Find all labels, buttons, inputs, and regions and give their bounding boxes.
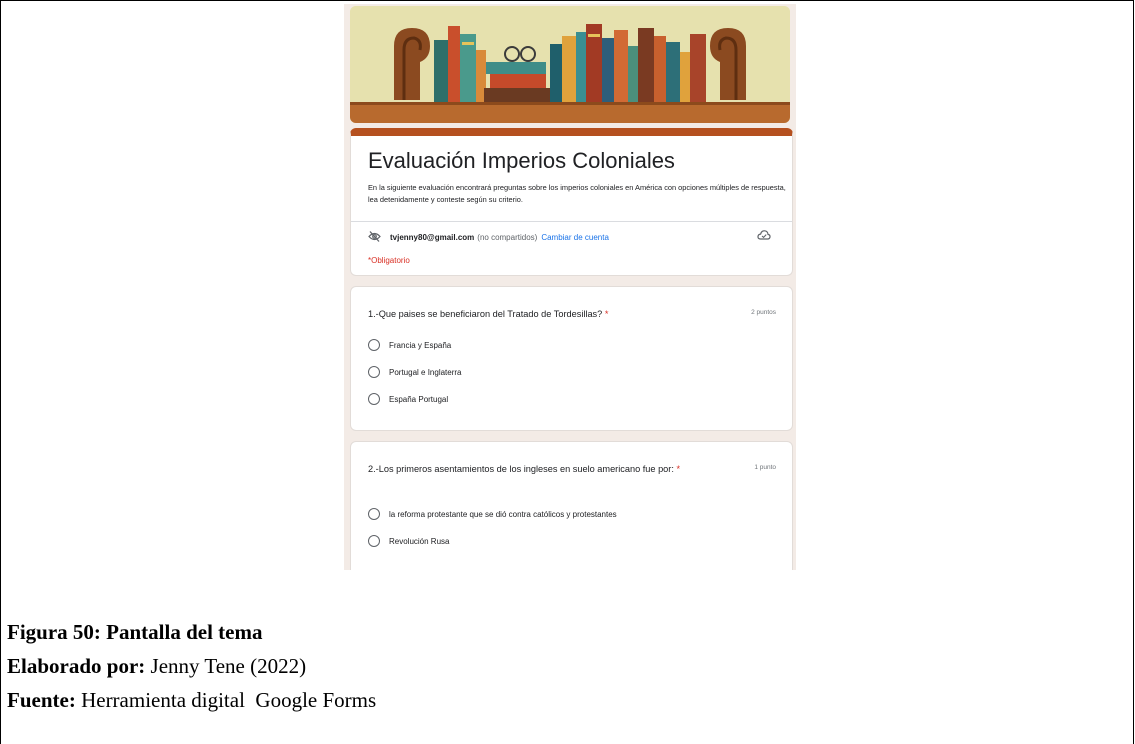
question-card-1: 1.-Que paises se beneficiaron del Tratad… bbox=[350, 286, 793, 431]
required-asterisk: * bbox=[604, 309, 609, 319]
divider bbox=[351, 221, 792, 222]
figure-title: Figura 50: Pantalla del tema bbox=[7, 620, 263, 644]
option-label: Francia y España bbox=[389, 340, 452, 350]
question-points: 2 puntos bbox=[751, 309, 776, 316]
radio-button[interactable] bbox=[368, 366, 380, 378]
google-forms-screenshot: Evaluación Imperios Coloniales En la sig… bbox=[344, 4, 796, 570]
switch-account-link[interactable]: Cambiar de cuenta bbox=[541, 233, 609, 242]
source-label: Fuente: bbox=[7, 688, 76, 712]
radio-button[interactable] bbox=[368, 339, 380, 351]
radio-button[interactable] bbox=[368, 508, 380, 520]
question-points: 1 punto bbox=[754, 464, 776, 471]
radio-button[interactable] bbox=[368, 535, 380, 547]
books-header-image bbox=[350, 6, 790, 123]
radio-option[interactable]: Revolución Rusa bbox=[368, 535, 449, 547]
radio-button[interactable] bbox=[368, 393, 380, 405]
option-label: Portugal e Inglaterra bbox=[389, 367, 462, 377]
source-line: Fuente: Herramienta digital Google Forms bbox=[7, 688, 376, 713]
not-shared-label: (no compartidos) bbox=[477, 233, 538, 242]
radio-option[interactable]: Portugal e Inglaterra bbox=[368, 366, 462, 378]
account-email: tvjenny80@gmail.com bbox=[390, 233, 475, 242]
form-title: Evaluación Imperios Coloniales bbox=[368, 148, 675, 173]
question-label: 2.-Los primeros asentamientos de los ing… bbox=[368, 464, 674, 474]
form-description: En la siguiente evaluación encontrará pr… bbox=[368, 183, 786, 204]
option-label: España Portugal bbox=[389, 394, 449, 404]
form-header-card: Evaluación Imperios Coloniales En la sig… bbox=[350, 128, 793, 276]
eye-off-icon bbox=[368, 231, 381, 244]
radio-option[interactable]: la reforma protestante que se dió contra… bbox=[368, 508, 617, 520]
cloud-save-icon bbox=[757, 228, 771, 246]
required-asterisk: * bbox=[676, 464, 681, 474]
account-row: tvjenny80@gmail.com (no compartidos) Cam… bbox=[368, 231, 609, 244]
source-value: Herramienta digital Google Forms bbox=[81, 688, 377, 712]
radio-option[interactable]: Francia y España bbox=[368, 339, 451, 351]
option-label: la reforma protestante que se dió contra… bbox=[389, 509, 617, 519]
author-line: Elaborado por: Jenny Tene (2022) bbox=[7, 654, 306, 679]
required-note: *Obligatorio bbox=[368, 256, 410, 265]
author-label: Elaborado por: bbox=[7, 654, 146, 678]
radio-option[interactable]: España Portugal bbox=[368, 393, 448, 405]
question-label: 1.-Que paises se beneficiaron del Tratad… bbox=[368, 309, 603, 319]
question-text: 2.-Los primeros asentamientos de los ing… bbox=[368, 462, 718, 477]
question-text: 1.-Que paises se beneficiaron del Tratad… bbox=[368, 307, 718, 322]
author-value: Jenny Tene (2022) bbox=[150, 654, 307, 678]
figure-caption: Figura 50: Pantalla del tema bbox=[7, 620, 262, 645]
question-card-2: 2.-Los primeros asentamientos de los ing… bbox=[350, 441, 793, 570]
option-label: Revolución Rusa bbox=[389, 536, 450, 546]
